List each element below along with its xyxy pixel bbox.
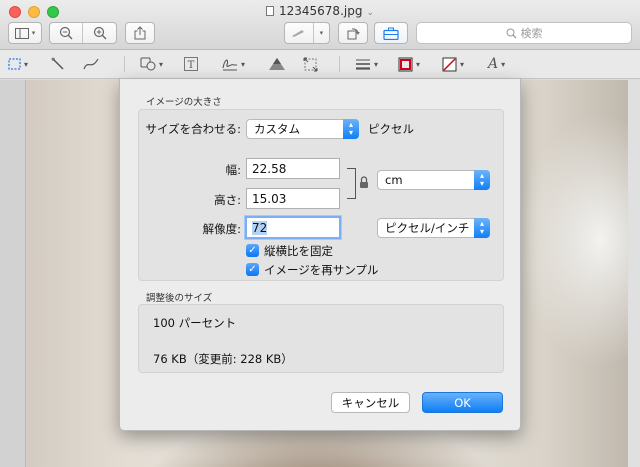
height-field[interactable]: 15.03 <box>246 188 340 209</box>
resample-label: イメージを再サンプル <box>264 263 379 277</box>
sidebar-strip <box>0 80 26 467</box>
popup-arrows-icon: ▴ ▾ <box>343 119 359 139</box>
resolution-unit-popup[interactable]: ピクセル/インチ ▴ ▾ <box>377 218 490 238</box>
scrollbar[interactable] <box>628 80 640 467</box>
adjust-color-icon <box>269 58 285 70</box>
width-field[interactable]: 22.58 <box>246 158 340 179</box>
fill-color-tool[interactable]: ▾ <box>442 55 464 73</box>
width-label: 幅: <box>225 163 241 177</box>
sidebar-button[interactable]: ▾ <box>8 22 42 44</box>
share-icon <box>134 26 146 40</box>
sketch-icon <box>83 58 99 70</box>
selection-tool[interactable]: ▾ <box>8 55 28 73</box>
instant-alpha-tool[interactable] <box>51 55 65 73</box>
text-style-tool[interactable]: A ▾ <box>488 55 505 73</box>
proportional-checkbox[interactable]: ✓ <box>246 244 259 257</box>
proportion-bracket <box>347 168 356 199</box>
window-title-text: 12345678.jpg <box>278 4 363 18</box>
height-label: 高さ: <box>214 193 241 207</box>
lock-icon[interactable] <box>359 176 369 192</box>
resolution-field[interactable]: 72 <box>245 216 341 239</box>
adjust-size-tool[interactable] <box>303 55 318 73</box>
cancel-button[interactable]: キャンセル <box>331 392 410 413</box>
magic-wand-icon <box>51 57 64 70</box>
width-value: 22.58 <box>252 161 287 176</box>
zoom-in-button[interactable] <box>83 23 116 43</box>
result-size: 76 KB（変更前: 228 KB） <box>153 352 293 366</box>
title-bar: 12345678.jpg ⌄ ▾ ▾ 検索 <box>0 0 640 50</box>
result-section-label: 調整後のサイズ <box>146 293 213 304</box>
ok-button[interactable]: OK <box>422 392 503 413</box>
proportional-label: 縦横比を固定 <box>264 244 333 258</box>
border-color-tool[interactable]: ▾ <box>398 55 420 73</box>
popup-arrows-icon: ▴ ▾ <box>474 218 490 238</box>
resample-checkbox[interactable]: ✓ <box>246 263 259 276</box>
zoom-in-icon <box>93 26 106 40</box>
window-title[interactable]: 12345678.jpg ⌄ <box>0 4 640 18</box>
markup-toolbar: ▾ ▾ T ▾ ▾ ▾ ▾ A ▾ <box>0 50 640 79</box>
chevron-down-icon: ⌄ <box>366 8 374 18</box>
unit-popup[interactable]: cm ▴ ▾ <box>377 170 490 190</box>
fit-to-unit-label: ピクセル <box>368 122 414 136</box>
pen-icon <box>291 30 304 37</box>
chevron-down-icon: ▾ <box>31 29 36 37</box>
rotate-icon <box>347 28 360 40</box>
line-style-icon <box>356 59 370 70</box>
unit-value: cm <box>385 173 403 187</box>
shape-style-tool[interactable]: ▾ <box>355 55 378 73</box>
checkmark-icon: ✓ <box>248 264 257 275</box>
rectangular-selection-icon <box>8 58 21 70</box>
resolution-value: 72 <box>252 220 268 235</box>
adjust-size-icon <box>303 57 318 71</box>
result-percent: 100 パーセント <box>153 316 237 330</box>
fill-color-icon <box>442 57 457 71</box>
image-size-section-label: イメージの大きさ <box>146 97 222 108</box>
border-color-icon <box>398 57 413 71</box>
sidebar-icon <box>14 27 29 39</box>
shapes-icon <box>140 57 156 71</box>
fit-to-label: サイズを合わせる: <box>145 122 241 136</box>
sketch-tool[interactable] <box>83 55 99 73</box>
chevron-down-icon: ▾ <box>319 29 324 37</box>
rotate-button[interactable] <box>338 22 368 44</box>
document-icon <box>265 6 274 16</box>
image-size-group: サイズを合わせる: カスタム ▴ ▾ ピクセル 幅: 22.58 高さ: 15.0… <box>138 109 504 281</box>
search-placeholder: 検索 <box>520 27 543 40</box>
toolbox-button[interactable] <box>374 22 408 44</box>
text-tool[interactable]: T <box>184 55 198 73</box>
shapes-tool[interactable]: ▾ <box>140 55 163 73</box>
zoom-controls <box>49 22 117 44</box>
adjust-size-dialog: イメージの大きさ サイズを合わせる: カスタム ▴ ▾ ピクセル 幅: 22.58… <box>119 79 521 431</box>
text-icon: T <box>184 57 198 71</box>
fit-to-value: カスタム <box>254 122 300 136</box>
zoom-out-button[interactable] <box>50 23 84 43</box>
zoom-out-icon <box>59 26 73 40</box>
popup-arrows-icon: ▴ ▾ <box>474 170 490 190</box>
share-button[interactable] <box>125 22 155 44</box>
fit-to-popup[interactable]: カスタム ▴ ▾ <box>246 119 359 139</box>
toolbox-icon <box>383 27 399 40</box>
font-icon: A <box>488 56 499 72</box>
svg-text:T: T <box>188 60 195 71</box>
resolution-unit-value: ピクセル/インチ <box>385 221 470 235</box>
search-icon <box>506 28 516 38</box>
result-group: 100 パーセント 76 KB（変更前: 228 KB） <box>138 304 504 373</box>
signature-icon <box>222 59 237 71</box>
markup-button[interactable]: ▾ <box>284 22 330 44</box>
resolution-label: 解像度: <box>202 222 241 236</box>
checkmark-icon: ✓ <box>248 245 257 256</box>
adjust-color-tool[interactable] <box>268 55 286 73</box>
height-value: 15.03 <box>252 191 287 206</box>
sign-tool[interactable]: ▾ <box>222 55 245 73</box>
search-field[interactable]: 検索 <box>416 22 632 44</box>
